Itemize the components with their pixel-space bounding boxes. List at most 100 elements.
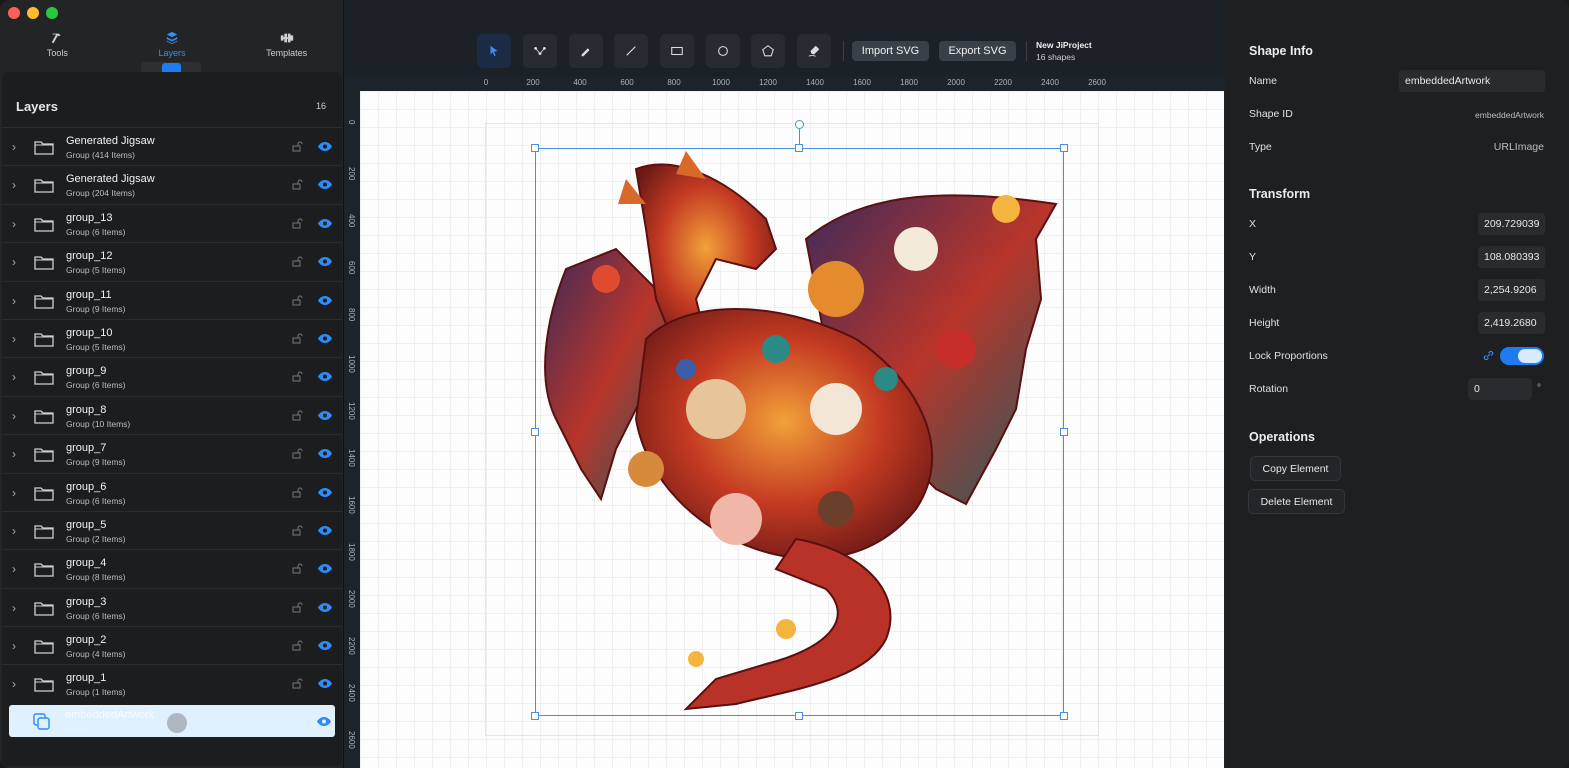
lock-proportions-toggle[interactable] [1500,347,1544,365]
polygon-tool-button[interactable] [751,34,785,68]
resize-handle-top-right[interactable] [1060,144,1068,152]
width-field[interactable]: 2,254.9206 [1478,279,1545,301]
visibility-eye-icon[interactable] [316,716,332,727]
x-field[interactable]: 209.729039 [1478,213,1545,235]
layer-row[interactable]: › group_6 Group (6 Items) [2,472,342,511]
y-label: Y [1249,251,1257,263]
layer-row[interactable]: › Generated Jigsaw Group (414 Items) [2,127,342,165]
layer-row-selected[interactable]: embeddedArtwork Image [9,704,335,737]
visibility-eye-icon[interactable] [317,487,333,498]
chevron-right-icon[interactable]: › [12,639,16,653]
chevron-right-icon[interactable]: › [12,140,16,154]
chevron-right-icon[interactable]: › [12,409,16,423]
unlock-icon[interactable] [291,178,303,190]
import-svg-button[interactable]: Import SVG [852,41,929,61]
chevron-right-icon[interactable]: › [12,486,16,500]
unlock-icon[interactable] [291,217,303,229]
chevron-right-icon[interactable]: › [12,294,16,308]
y-field[interactable]: 108.080393 [1478,246,1545,268]
rectangle-tool-button[interactable] [660,34,694,68]
brush-tool-button[interactable] [797,34,831,68]
resize-handle-right[interactable] [1060,428,1068,436]
layer-row[interactable]: › group_12 Group (5 Items) [2,242,342,280]
unlock-icon[interactable] [291,524,303,536]
tab-tools[interactable]: Tools [0,26,115,62]
unlock-icon[interactable] [291,332,303,344]
layer-row[interactable]: › group_11 Group (9 Items) [2,280,342,319]
visibility-eye-icon[interactable] [317,448,333,459]
unlock-icon[interactable] [291,677,303,689]
visibility-eye-icon[interactable] [317,256,333,267]
visibility-eye-icon[interactable] [317,141,333,152]
unlock-icon[interactable] [291,140,303,152]
close-window-button[interactable] [8,7,20,19]
resize-handle-bottom[interactable] [795,712,803,720]
delete-element-button[interactable]: Delete Element [1248,489,1345,514]
zoom-window-button[interactable] [46,7,58,19]
layer-row[interactable]: › group_5 Group (2 Items) [2,510,342,549]
chevron-right-icon[interactable]: › [12,601,16,615]
visibility-eye-icon[interactable] [317,218,333,229]
unlock-icon[interactable] [291,601,303,613]
layer-row[interactable]: › group_1 Group (1 Items) [2,664,342,702]
visibility-eye-icon[interactable] [317,525,333,536]
ellipse-tool-button[interactable] [706,34,740,68]
line-tool-button[interactable] [614,34,648,68]
visibility-eye-icon[interactable] [317,179,333,190]
layer-row[interactable]: › group_13 Group (6 Items) [2,203,342,242]
unlock-icon[interactable] [291,255,303,267]
select-tool-button[interactable] [477,34,511,68]
layer-row[interactable]: › group_9 Group (6 Items) [2,357,342,395]
chevron-right-icon[interactable]: › [12,562,16,576]
chevron-right-icon[interactable]: › [12,447,16,461]
unlock-icon[interactable] [291,486,303,498]
chevron-right-icon[interactable]: › [12,677,16,691]
chevron-right-icon[interactable]: › [12,255,16,269]
chevron-right-icon[interactable]: › [12,217,16,231]
minimize-window-button[interactable] [27,7,39,19]
chevron-right-icon[interactable]: › [12,524,16,538]
resize-handle-left[interactable] [531,428,539,436]
visibility-eye-icon[interactable] [317,295,333,306]
resize-handle-bottom-right[interactable] [1060,712,1068,720]
chevron-right-icon[interactable]: › [12,332,16,346]
visibility-eye-icon[interactable] [317,563,333,574]
layer-row[interactable]: › group_10 Group (5 Items) [2,318,342,357]
rotation-field[interactable]: 0 [1468,378,1532,400]
ruler-y-tick: 1800 [347,543,356,561]
layer-row[interactable]: › group_7 Group (9 Items) [2,434,342,472]
rotation-handle[interactable] [795,120,804,129]
unlock-icon[interactable] [291,447,303,459]
resize-handle-top-left[interactable] [531,144,539,152]
unlock-icon[interactable] [291,639,303,651]
layer-row[interactable]: › group_8 Group (10 Items) [2,395,342,434]
unlock-icon[interactable] [291,294,303,306]
layer-row[interactable]: › group_4 Group (8 Items) [2,549,342,587]
canvas-area[interactable]: 0 200 400 600 800 1000 1200 1400 1600 1800 2000 220… [344,76,1225,768]
visibility-eye-icon[interactable] [317,371,333,382]
unlock-icon[interactable] [291,370,303,382]
pen-tool-button[interactable] [569,34,603,68]
export-svg-button[interactable]: Export SVG [939,41,1016,61]
layer-row[interactable]: › Generated Jigsaw Group (204 Items) [2,165,342,203]
node-tool-button[interactable] [523,34,557,68]
canvas-page[interactable] [360,91,1224,768]
visibility-eye-icon[interactable] [317,333,333,344]
name-field[interactable] [1399,70,1545,92]
height-field[interactable]: 2,419.2680 [1478,312,1545,334]
layer-row[interactable]: › group_3 Group (6 Items) [2,587,342,626]
chevron-right-icon[interactable]: › [12,370,16,384]
visibility-eye-icon[interactable] [317,640,333,651]
copy-element-button[interactable]: Copy Element [1250,456,1341,481]
visibility-eye-icon[interactable] [317,678,333,689]
visibility-eye-icon[interactable] [317,602,333,613]
unlock-icon[interactable] [291,562,303,574]
resize-handle-top[interactable] [795,144,803,152]
tab-layers[interactable]: Layers [115,26,230,62]
visibility-eye-icon[interactable] [317,410,333,421]
chevron-right-icon[interactable]: › [12,178,16,192]
tab-templates[interactable]: Templates [229,26,344,62]
unlock-icon[interactable] [291,409,303,421]
layer-row[interactable]: › group_2 Group (4 Items) [2,626,342,664]
resize-handle-bottom-left[interactable] [531,712,539,720]
